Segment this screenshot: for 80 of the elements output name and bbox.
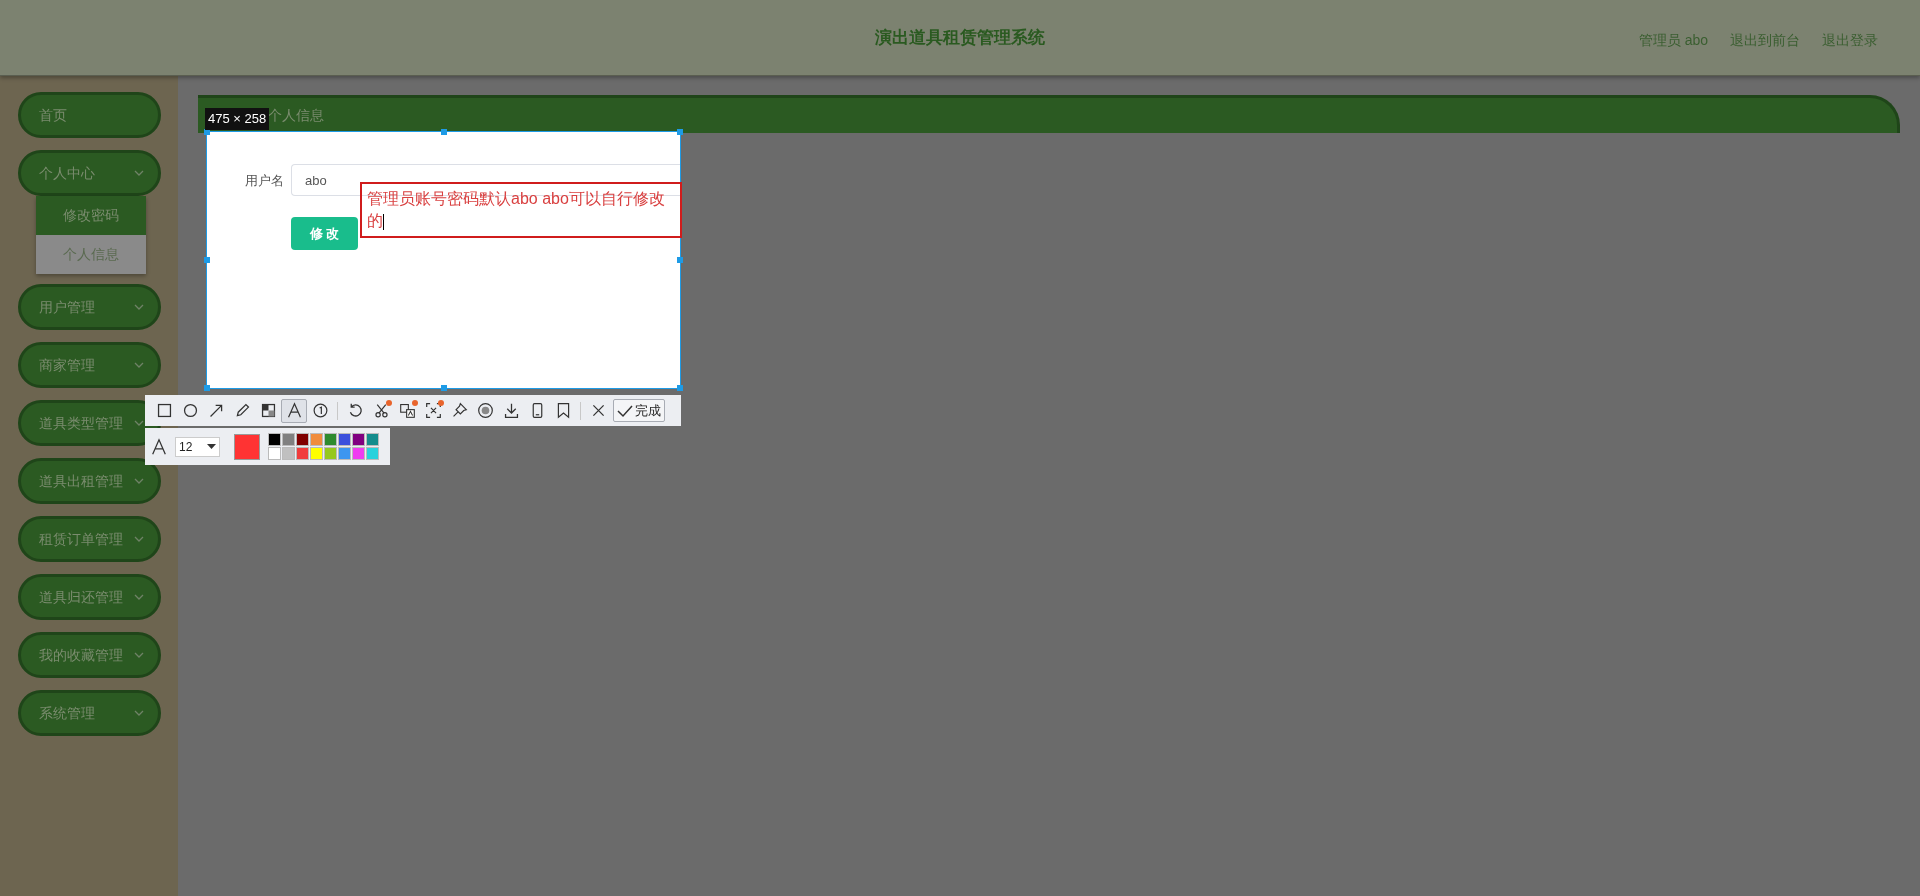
chevron-icon — [134, 536, 144, 542]
rectangle-tool-icon — [155, 402, 173, 419]
chevron-icon — [134, 304, 144, 310]
sidebar-item-label: 道具归还管理 — [39, 587, 123, 607]
color-swatch[interactable] — [282, 433, 295, 446]
resize-handle[interactable] — [677, 385, 683, 391]
chevron-icon — [134, 362, 144, 368]
modify-button[interactable]: 修 改 — [291, 217, 358, 250]
sidebar-item[interactable]: 道具归还管理 — [18, 574, 161, 620]
scissors-icon — [372, 402, 390, 419]
annotation-text[interactable]: 管理员账号密码默认abo abo可以自行修改的 — [360, 182, 682, 238]
resize-handle[interactable] — [677, 257, 683, 263]
color-swatch[interactable] — [282, 447, 295, 460]
sidebar-item-label: 道具类型管理 — [39, 413, 123, 433]
sidebar-item[interactable]: 首页 — [18, 92, 161, 138]
color-swatch[interactable] — [352, 447, 365, 460]
color-swatch[interactable] — [352, 433, 365, 446]
header-link[interactable]: 管理员 abo — [1638, 30, 1708, 51]
sidebar-item-label: 用户管理 — [39, 297, 95, 317]
chevron-icon — [134, 170, 144, 176]
current-color-swatch[interactable] — [234, 433, 260, 460]
breadcrumb-current: 个人信息 — [268, 106, 324, 125]
color-swatch[interactable] — [366, 433, 379, 446]
color-swatch[interactable] — [268, 433, 281, 446]
caret-icon — [207, 444, 216, 449]
color-swatch[interactable] — [366, 447, 379, 460]
sidebar-item[interactable]: 个人中心 — [18, 150, 161, 196]
chevron-icon — [134, 594, 144, 600]
resize-handle[interactable] — [440, 385, 447, 391]
text-tool-button[interactable] — [281, 398, 307, 423]
color-swatch[interactable] — [310, 447, 323, 460]
sidebar-item[interactable]: 商家管理 — [18, 342, 161, 388]
color-swatch[interactable] — [324, 447, 337, 460]
resize-handle[interactable] — [204, 385, 210, 391]
field-label: 用户名 — [245, 172, 284, 190]
resize-handle[interactable] — [440, 129, 447, 135]
sidebar-item-label: 个人中心 — [39, 163, 95, 183]
text-tool-icon — [285, 402, 303, 419]
submenu-item[interactable]: 个人信息 — [36, 235, 146, 274]
resize-handle[interactable] — [677, 129, 683, 135]
sidebar-item-label: 道具出租管理 — [39, 471, 123, 491]
sidebar-item[interactable]: 道具出租管理 — [18, 458, 161, 504]
chevron-icon — [134, 710, 144, 716]
header-link[interactable]: 退出登录 — [1822, 30, 1878, 51]
sidebar-item-label: 商家管理 — [39, 355, 95, 375]
sidebar-item-label: 首页 — [39, 105, 67, 125]
capture-selection[interactable]: 用户名 abo 修 改 管理员账号密码默认abo abo可以自行修改的 — [206, 131, 681, 389]
chevron-icon — [134, 478, 144, 484]
mosaic-tool-icon — [259, 402, 277, 419]
color-swatch[interactable] — [338, 447, 351, 460]
translate-icon — [398, 402, 416, 419]
color-swatch[interactable] — [310, 433, 323, 446]
color-swatch[interactable] — [268, 447, 281, 460]
done-button[interactable]: 完成 — [613, 399, 665, 422]
chevron-icon — [134, 420, 144, 426]
sidebar-item-label: 租赁订单管理 — [39, 529, 123, 549]
size-label: 475 × 258 — [205, 108, 270, 130]
number-tool-icon — [311, 402, 329, 419]
color-swatch[interactable] — [338, 433, 351, 446]
check-icon — [617, 403, 633, 418]
submenu-item[interactable]: 修改密码 — [36, 196, 146, 235]
sidebar-item-label: 我的收藏管理 — [39, 645, 123, 665]
record-icon — [476, 402, 494, 419]
color-swatch[interactable] — [324, 433, 337, 446]
header-link[interactable]: 退出到前台 — [1730, 30, 1800, 51]
download-icon — [502, 402, 520, 419]
color-swatch[interactable] — [296, 433, 309, 446]
font-size-dropdown[interactable]: 12 — [175, 436, 220, 457]
sidebar-item[interactable]: 租赁订单管理 — [18, 516, 161, 562]
sidebar-item[interactable]: 我的收藏管理 — [18, 632, 161, 678]
sidebar-item[interactable]: 用户管理 — [18, 284, 161, 330]
ellipse-tool-icon — [181, 402, 199, 419]
sidebar-item-label: 系统管理 — [39, 703, 95, 723]
chevron-icon — [134, 652, 144, 658]
text-recognition-icon — [424, 402, 442, 419]
app-title: 演出道具租赁管理系统 — [875, 26, 1045, 49]
sidebar-item[interactable]: 系统管理 — [18, 690, 161, 736]
resize-handle[interactable] — [204, 257, 210, 263]
font-icon — [150, 437, 168, 456]
color-swatch[interactable] — [296, 447, 309, 460]
